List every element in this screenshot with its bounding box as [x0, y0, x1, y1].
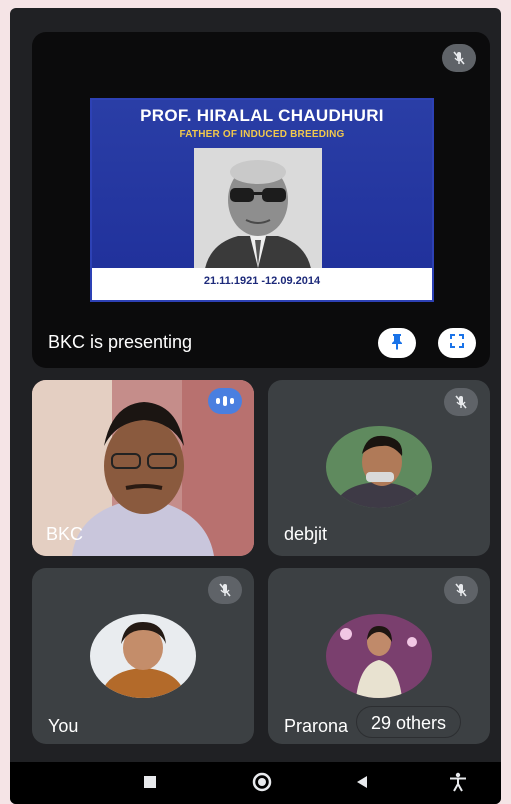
portrait-photo [194, 148, 322, 274]
participant-name: You [48, 716, 79, 736]
avatar [326, 426, 432, 508]
presenter-label: BKC is presenting [48, 332, 193, 352]
mic-off-icon [444, 388, 478, 416]
participant-name: BKC [46, 524, 84, 544]
fullscreen-icon [449, 333, 465, 354]
accessibility-icon [449, 772, 467, 797]
pin-button[interactable] [378, 328, 416, 358]
back-button[interactable] [352, 774, 372, 794]
back-icon [355, 775, 369, 794]
home-icon [252, 772, 272, 797]
home-button[interactable] [250, 772, 274, 796]
fullscreen-button[interactable] [438, 328, 476, 358]
others-button[interactable]: 29 others [356, 706, 462, 738]
slide-subtitle: FATHER OF INDUCED BREEDING [179, 129, 345, 140]
shared-slide: PROF. HIRALAL CHAUDHURI FATHER OF INDUCE… [90, 98, 434, 302]
mic-off-icon [442, 44, 476, 72]
accessibility-button[interactable] [446, 772, 470, 796]
system-navigation-bar [10, 762, 501, 804]
pin-icon [389, 332, 405, 355]
participant-tile-bkc[interactable]: BKC [32, 380, 254, 556]
slide-dates: 21.11.1921 -12.09.2014 [92, 268, 432, 300]
avatar [326, 614, 432, 698]
participant-name: debjit [284, 524, 328, 544]
mic-off-icon [444, 576, 478, 604]
slide-title: PROF. HIRALAL CHAUDHURI [140, 106, 384, 125]
participant-tile-you[interactable]: You [32, 568, 254, 744]
presentation-tile[interactable]: PROF. HIRALAL CHAUDHURI FATHER OF INDUCE… [32, 32, 490, 368]
avatar [90, 614, 196, 698]
recent-apps-button[interactable] [140, 774, 160, 794]
participant-tile-debjit[interactable]: debjit [268, 380, 490, 556]
speaking-indicator-icon [208, 388, 242, 414]
recent-apps-icon [144, 775, 156, 793]
participant-tile-prarona[interactable]: Prarona 29 others [268, 568, 490, 744]
meet-call-screen: PROF. HIRALAL CHAUDHURI FATHER OF INDUCE… [10, 8, 501, 804]
mic-off-icon [208, 576, 242, 604]
